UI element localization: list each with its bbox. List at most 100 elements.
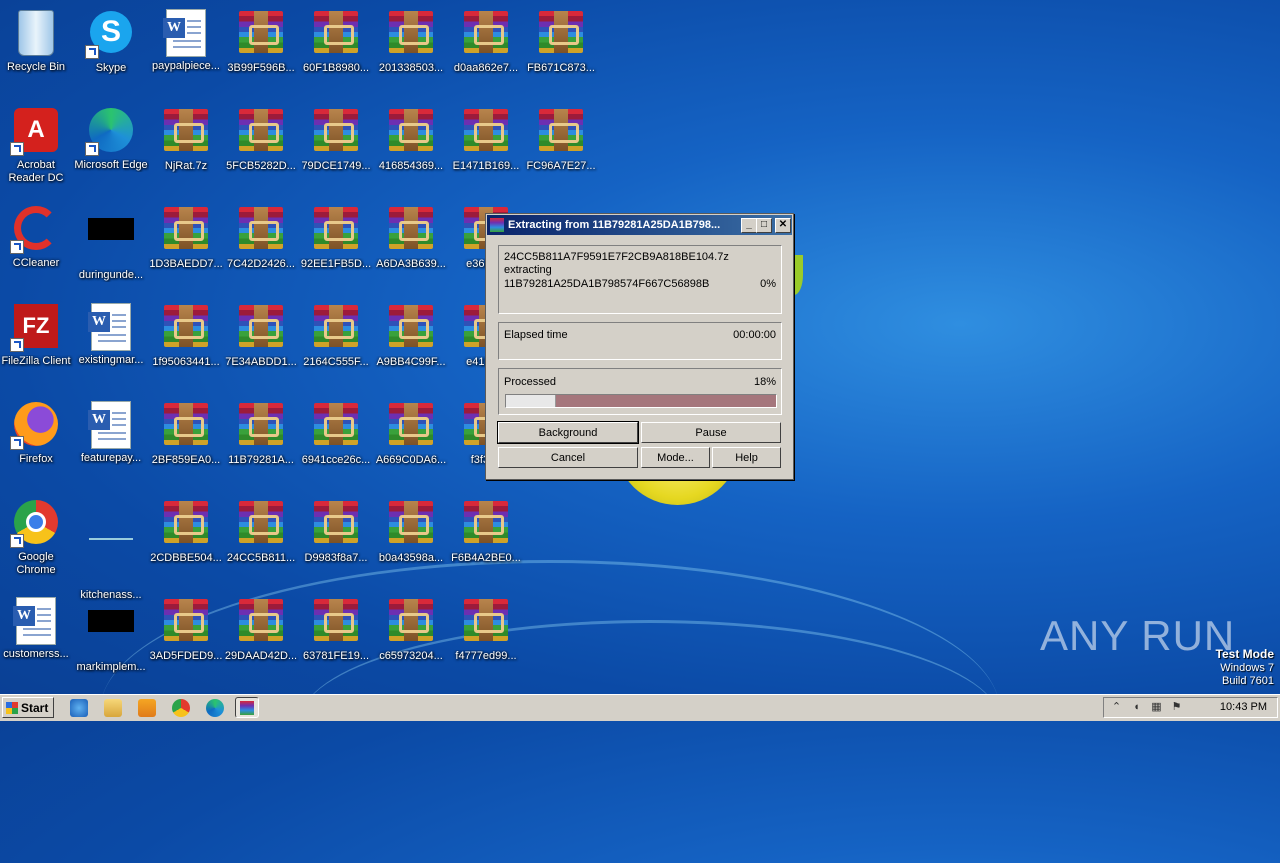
word-document-icon: W [88, 401, 131, 449]
desktop-icon-chrome[interactable]: Google Chrome [0, 498, 74, 577]
recycle-bin-icon [18, 10, 54, 56]
winrar-archive-icon [464, 599, 508, 641]
test-mode-notice: Test Mode Windows 7 Build 7601 [1216, 648, 1274, 688]
file-info-panel: 24CC5B811A7F9591E7F2CB9A818BE104.7z extr… [498, 245, 782, 314]
network-icon[interactable]: ▦ [1150, 701, 1163, 714]
black-file-icon [88, 218, 134, 240]
media-player-icon[interactable] [138, 699, 156, 717]
desktop-icon-archive[interactable]: 7E34ABDD1... [223, 302, 299, 369]
desktop-icon-filezilla[interactable]: FZ FileZilla Client [0, 302, 74, 368]
desktop-icon-file[interactable]: kitchenass... [73, 498, 149, 602]
pause-button[interactable]: Pause [641, 422, 781, 443]
desktop-icon-archive[interactable]: A9BB4C99F... [373, 302, 449, 369]
cancel-button[interactable]: Cancel [498, 447, 638, 468]
help-button[interactable]: Help [712, 447, 781, 468]
desktop-icon-skype[interactable]: S Skype [73, 8, 149, 75]
desktop-icon-firefox[interactable]: Firefox [0, 400, 74, 466]
test-mode-line2: Windows 7 [1220, 662, 1274, 674]
action-label: extracting [504, 264, 552, 276]
clock[interactable]: 10:43 PM [1220, 698, 1267, 717]
start-button[interactable]: Start [2, 697, 54, 718]
desktop-icon-edge[interactable]: Microsoft Edge [73, 106, 149, 172]
desktop-icon-archive[interactable]: NjRat.7z [148, 106, 224, 173]
desktop-icon-archive[interactable]: 2BF859EA0... [148, 400, 224, 467]
desktop-icon-archive[interactable]: d0aa862e7... [448, 8, 524, 75]
desktop-icon-archive[interactable]: 29DAAD42D... [223, 596, 299, 663]
desktop-icon-ccleaner[interactable]: CCleaner [0, 204, 74, 270]
desktop-icon-archive[interactable]: 11B79281A... [223, 400, 299, 467]
winrar-archive-icon [164, 599, 208, 641]
desktop-icon-archive[interactable]: D9983f8a7... [298, 498, 374, 565]
winrar-archive-icon [314, 403, 358, 445]
action-center-flag-icon[interactable]: ⚑ [1170, 701, 1183, 714]
winrar-archive-icon [314, 501, 358, 543]
winrar-archive-icon [164, 207, 208, 249]
desktop-icon-archive[interactable]: A669C0DA6... [373, 400, 449, 467]
desktop-icon-file[interactable]: markimplem... [73, 596, 149, 674]
desktop-icon-word-file[interactable]: W paypalpiece... [148, 8, 224, 73]
desktop-icon-archive[interactable]: b0a43598a... [373, 498, 449, 565]
desktop-icon-archive[interactable]: F6B4A2BE0... [448, 498, 524, 565]
desktop-icon-archive[interactable]: 5FCB5282D... [223, 106, 299, 173]
desktop-icon-archive[interactable]: 92EE1FB5D... [298, 204, 374, 271]
winrar-archive-icon [314, 305, 358, 347]
winrar-archive-icon [164, 403, 208, 445]
desktop-icon-archive[interactable]: c65973204... [373, 596, 449, 663]
desktop-icon-archive[interactable]: 416854369... [373, 106, 449, 173]
chrome-taskbar-icon[interactable] [172, 699, 190, 717]
desktop-icon-archive[interactable]: 2164C555F... [298, 302, 374, 369]
winrar-archive-icon [389, 11, 433, 53]
desktop-icon-archive[interactable]: 3B99F596B... [223, 8, 299, 75]
desktop-icon-archive[interactable]: 1D3BAEDD7... [148, 204, 224, 271]
internet-explorer-icon[interactable] [70, 699, 88, 717]
winrar-archive-icon [464, 11, 508, 53]
file-percent: 0% [760, 278, 776, 290]
desktop-icon-archive[interactable]: A6DA3B639... [373, 204, 449, 271]
desktop-icon-archive[interactable]: 7C42D2426... [223, 204, 299, 271]
blank-file-icon [89, 538, 133, 540]
background-button[interactable]: Background [497, 421, 639, 444]
winrar-archive-icon [389, 599, 433, 641]
current-file-name: 11B79281A25DA1B798574F667C56898B [504, 278, 710, 290]
edge-taskbar-icon[interactable] [206, 699, 224, 717]
folder-icon[interactable] [104, 699, 122, 717]
desktop-icon-word-file[interactable]: W existingmar... [73, 302, 149, 367]
desktop-icon-archive[interactable]: 63781FE19... [298, 596, 374, 663]
show-hidden-icons-button[interactable]: ⌃ [1110, 701, 1123, 714]
desktop-icon-archive[interactable]: 1f95063441... [148, 302, 224, 369]
desktop-icon-archive[interactable]: 3AD5FDED9... [148, 596, 224, 663]
elapsed-time-value: 00:00:00 [733, 329, 776, 341]
shortcut-arrow-icon [85, 142, 99, 156]
winrar-taskbar-button[interactable] [235, 697, 259, 718]
shortcut-arrow-icon [10, 240, 24, 254]
dialog-title-bar[interactable]: Extracting from 11B79281A25DA1B798... _ … [487, 215, 792, 235]
close-button[interactable]: ✕ [775, 218, 791, 233]
desktop-icon-word-file[interactable]: W featurepay... [73, 400, 149, 465]
winrar-archive-icon [539, 11, 583, 53]
desktop-icon-recycle-bin[interactable]: Recycle Bin [0, 8, 74, 74]
winrar-app-icon [490, 218, 504, 232]
desktop-icon-archive[interactable]: 60F1B8980... [298, 8, 374, 75]
maximize-button[interactable]: □ [756, 218, 772, 233]
mode-button[interactable]: Mode... [641, 447, 710, 468]
desktop-icon-archive[interactable]: 201338503... [373, 8, 449, 75]
volume-icon[interactable]: ◖ [1130, 701, 1143, 714]
desktop-icon-archive[interactable]: 79DCE1749... [298, 106, 374, 173]
shortcut-arrow-icon [10, 338, 24, 352]
desktop-icon-archive[interactable]: 24CC5B811... [223, 498, 299, 565]
desktop-icon-archive[interactable]: E1471B169... [448, 106, 524, 173]
desktop-icon-acrobat[interactable]: A Acrobat Reader DC [0, 106, 74, 185]
minimize-button[interactable]: _ [741, 218, 757, 233]
desktop-icon-file[interactable]: duringunde... [73, 204, 149, 282]
desktop-icon-archive[interactable]: FB671C873... [523, 8, 599, 75]
winrar-archive-icon [164, 305, 208, 347]
desktop-icon-archive[interactable]: FC96A7E27... [523, 106, 599, 173]
desktop-icon-archive[interactable]: f4777ed99... [448, 596, 524, 663]
desktop-icon-word-file[interactable]: W customerss... [0, 596, 74, 661]
winrar-archive-icon [314, 109, 358, 151]
winrar-archive-icon [239, 109, 283, 151]
desktop-icon-archive[interactable]: 6941cce26c... [298, 400, 374, 467]
archive-name: 24CC5B811A7F9591E7F2CB9A818BE104.7z [504, 251, 729, 263]
desktop-icon-archive[interactable]: 2CDBBE504... [148, 498, 224, 565]
taskbar: Start ⌃ ◖ ▦ ⚑ 10:43 PM [0, 694, 1280, 721]
